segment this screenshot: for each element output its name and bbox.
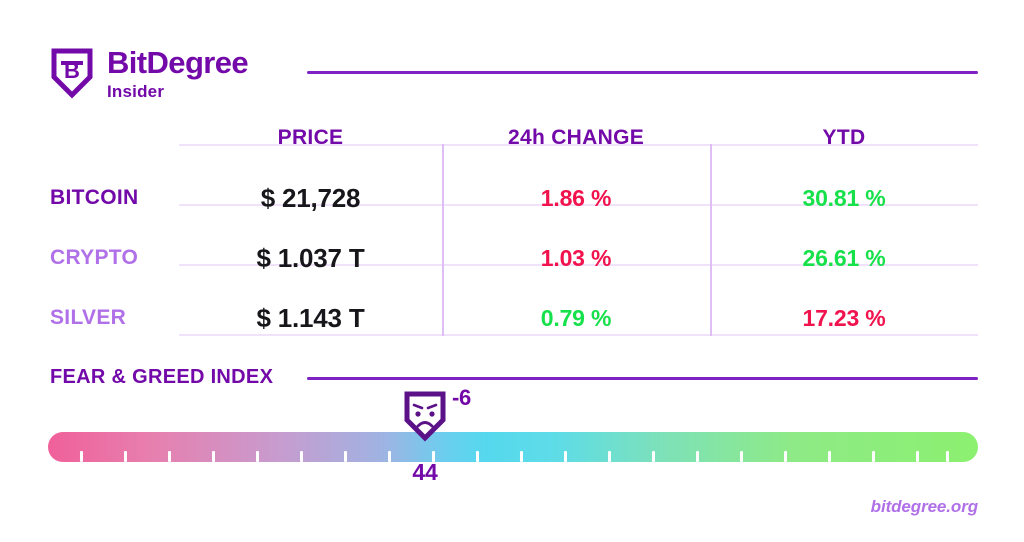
table-row[interactable]: CRYPTO $ 1.037 T 1.03 % 26.61 % <box>48 228 978 288</box>
market-table: PRICE 24h CHANGE YTD BITCOIN $ 21,728 1.… <box>48 108 978 348</box>
brand-name: BitDegree <box>107 45 249 80</box>
header-ytd: YTD <box>822 126 866 149</box>
header-change: 24h CHANGE <box>507 126 645 149</box>
asset-price: $ 1.143 T <box>256 302 365 333</box>
fear-greed-delta: -6 <box>452 385 471 410</box>
header-divider-rule <box>307 71 978 74</box>
svg-text:B: B <box>64 58 80 83</box>
asset-name: CRYPTO <box>50 246 139 269</box>
asset-ytd: 26.61 % <box>802 244 886 271</box>
header-price: PRICE <box>277 126 344 149</box>
asset-ytd: 30.81 % <box>802 184 886 211</box>
shield-b-logo-icon: B <box>51 48 93 99</box>
fear-greed-value: 44 <box>412 459 438 485</box>
brand-logo[interactable]: B BitDegree Insider <box>50 45 249 101</box>
fear-greed-gauge[interactable] <box>48 432 978 462</box>
asset-change: 1.03 % <box>540 244 612 271</box>
asset-name: SILVER <box>50 306 127 329</box>
fear-greed-title: FEAR & GREED INDEX <box>50 366 274 388</box>
insider-summary-card: B BitDegree Insider PRICE 24h CHANGE YTD… <box>0 0 1024 542</box>
asset-ytd: 17.23 % <box>802 304 886 331</box>
table-row[interactable]: BITCOIN $ 21,728 1.86 % 30.81 % <box>48 168 978 228</box>
asset-price: $ 21,728 <box>260 182 361 213</box>
brand-subtitle: Insider <box>107 82 165 101</box>
asset-change: 0.79 % <box>540 304 612 331</box>
site-url[interactable]: bitdegree.org <box>871 497 978 517</box>
asset-price: $ 1.037 T <box>256 242 365 273</box>
asset-name: BITCOIN <box>50 186 139 209</box>
asset-change: 1.86 % <box>540 184 612 211</box>
table-header-row: PRICE 24h CHANGE YTD <box>48 108 978 168</box>
table-row[interactable]: SILVER $ 1.143 T 0.79 % 17.23 % <box>48 288 978 348</box>
sad-face-shield-marker-icon[interactable] <box>403 390 447 442</box>
fear-greed-divider-rule <box>307 377 978 380</box>
